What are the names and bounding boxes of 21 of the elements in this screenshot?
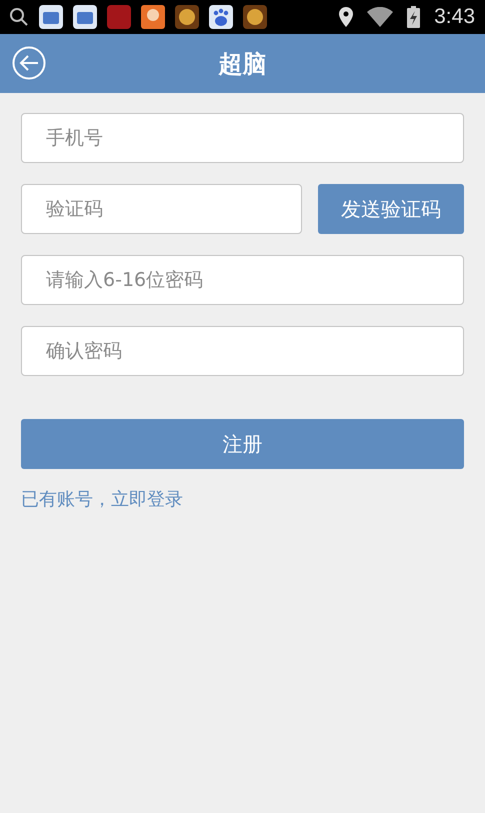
register-button[interactable]: 注册 [21, 419, 464, 469]
confirm-password-field[interactable]: 确认密码 [21, 326, 464, 376]
app-icon [174, 4, 200, 30]
app-icon [38, 4, 64, 30]
battery-icon [407, 6, 420, 28]
code-field[interactable]: 验证码 [21, 184, 302, 234]
search-icon [8, 6, 30, 28]
clock-time: 3:43 [434, 5, 475, 29]
login-link[interactable]: 已有账号，立即登录 [21, 487, 183, 511]
page-title: 超脑 [218, 48, 266, 80]
location-icon [339, 7, 354, 27]
app-icon [72, 4, 98, 30]
app-icon [106, 4, 132, 30]
wifi-icon [367, 7, 394, 27]
send-code-button[interactable]: 发送验证码 [318, 184, 464, 234]
back-icon[interactable] [12, 46, 46, 80]
phone-field[interactable]: 手机号 [21, 113, 464, 163]
app-icon [140, 4, 166, 30]
app-icon [242, 4, 268, 30]
paw-icon [208, 4, 234, 30]
password-field[interactable]: 请输入6-16位密码 [21, 255, 464, 305]
